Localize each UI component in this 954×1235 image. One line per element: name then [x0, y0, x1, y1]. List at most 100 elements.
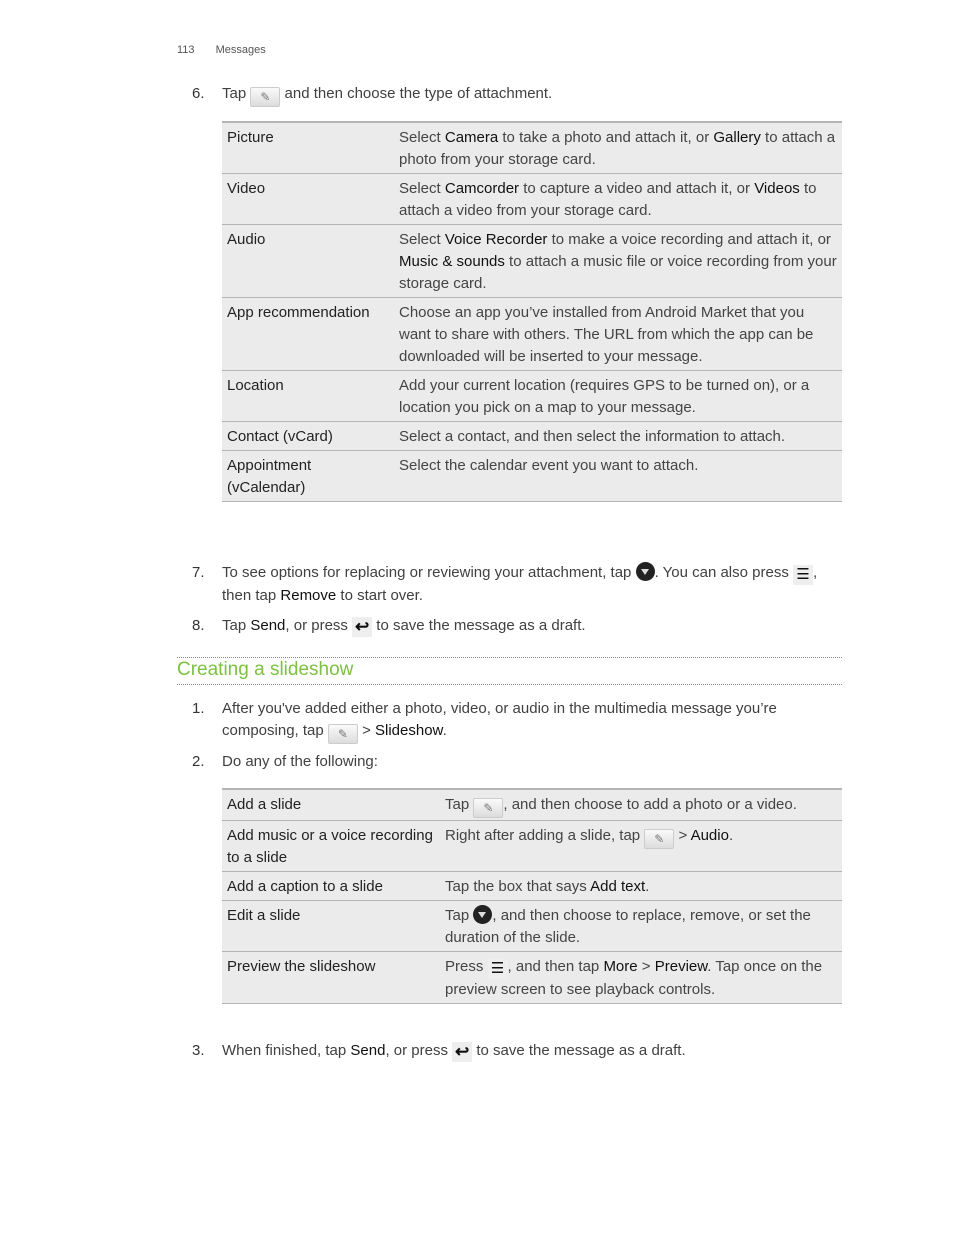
table-row: Add music or a voice recording to a slid… — [222, 820, 842, 872]
attachment-description: Select Camcorder to capture a video and … — [394, 173, 842, 225]
slideshow-step-3: 3. When finished, tap Send, or press ↩ t… — [192, 1040, 686, 1062]
step-6: 6. Tap ✎ and then choose the type of att… — [192, 83, 553, 107]
attachment-type: Appointment (vCalendar) — [222, 450, 394, 502]
text: , or press — [385, 1042, 448, 1059]
text: . You can also press — [654, 564, 789, 581]
step-7: 7. To see options for replacing or revie… — [192, 562, 842, 607]
text: Choose an app you’ve installed from Andr… — [399, 304, 814, 365]
more-label: More — [603, 958, 638, 975]
text: , and then tap — [507, 958, 600, 975]
text: After you've added either a photo, video… — [222, 700, 777, 739]
step-number: 6. — [192, 85, 205, 102]
table-row: Appointment (vCalendar) Select the calend… — [222, 450, 842, 502]
slideshow-step-1: 1. After you've added either a photo, vi… — [192, 698, 842, 744]
attachment-description: Add your current location (requires GPS … — [394, 370, 842, 422]
step-number: 7. — [192, 564, 205, 581]
step-number: 2. — [192, 753, 205, 770]
attachment-type: Video — [222, 173, 394, 225]
table-row: Audio Select Voice Recorder to make a voi… — [222, 224, 842, 298]
slideshow-label: Slideshow — [375, 722, 443, 739]
menu-icon: ☰ — [487, 959, 508, 979]
ui-label: Music & sounds — [399, 253, 505, 270]
text: to save the message as a draft. — [476, 1042, 686, 1059]
text: Right after adding a slide, tap — [445, 827, 641, 844]
text: Tap — [445, 796, 470, 813]
attachment-description: Select a contact, and then select the in… — [394, 421, 842, 451]
ui-label: Camera — [444, 129, 499, 146]
menu-icon: ☰ — [793, 565, 813, 585]
dropdown-arrow-icon — [635, 562, 655, 581]
text: Select a contact, and then select the in… — [399, 428, 786, 445]
audio-label: Audio — [690, 827, 729, 844]
table-row: Add a caption to a slide Tap the box tha… — [222, 871, 842, 901]
text: . — [442, 722, 447, 739]
step-number: 3. — [192, 1042, 205, 1059]
attachment-type: App recommendation — [222, 297, 394, 371]
text: > — [641, 958, 651, 975]
text: > — [678, 827, 688, 844]
attachment-type-table: Picture Select Camera to take a photo and… — [222, 121, 842, 502]
back-icon: ↩ — [352, 617, 373, 637]
table-row: Contact (vCard) Select a contact, and the… — [222, 421, 842, 451]
ui-label: Videos — [754, 180, 800, 197]
step-8: 8. Tap Send, or press ↩ to save the mess… — [192, 615, 586, 637]
action-desc: Press ☰, and then tap More > Preview. Ta… — [440, 951, 842, 1004]
ui-label: Gallery — [713, 129, 761, 146]
send-label: Send — [250, 617, 286, 634]
text: Select — [399, 129, 445, 146]
text: . — [645, 878, 650, 895]
attachment-type: Audio — [222, 224, 394, 298]
text: to take a photo and attach it, or — [498, 129, 714, 146]
text: Do any of the following: — [222, 753, 378, 770]
section-name: Messages — [215, 44, 266, 56]
text: Press — [445, 958, 484, 975]
attachment-description: Choose an app you’ve installed from Andr… — [394, 297, 842, 371]
text: to save the message as a draft. — [376, 617, 586, 634]
attachment-type: Picture — [222, 121, 394, 174]
text: to make a voice recording and attach it,… — [547, 231, 831, 248]
attachment-icon: ✎ — [644, 829, 675, 849]
divider — [177, 657, 842, 658]
page-header: 113 Messages — [177, 44, 266, 56]
page-number: 113 — [177, 44, 195, 56]
attachment-description: Select Voice Recorder to make a voice re… — [394, 224, 842, 298]
send-label: Send — [350, 1042, 386, 1059]
text: Select the calendar event you want to at… — [399, 457, 699, 474]
action-desc: Right after adding a slide, tap ✎ > Audi… — [440, 820, 842, 872]
text: and then choose the type of attachment. — [284, 85, 553, 102]
remove-label: Remove — [280, 587, 337, 604]
text: Tap — [222, 617, 247, 634]
step-number: 8. — [192, 617, 205, 634]
slideshow-actions-table: Add a slide Tap ✎, and then choose to ad… — [222, 788, 842, 1004]
attachment-type: Location — [222, 370, 394, 422]
text: , and then choose to replace, remove, or… — [445, 907, 811, 946]
action-name: Add music or a voice recording to a slid… — [222, 820, 440, 872]
text: . — [728, 827, 734, 844]
text: to start over. — [340, 587, 423, 604]
text: Tap — [445, 907, 470, 924]
action-desc: Tap ✎, and then choose to add a photo or… — [440, 788, 842, 821]
add-text-label: Add text — [590, 878, 646, 895]
divider — [177, 684, 842, 685]
table-row: Location Add your current location (requi… — [222, 370, 842, 422]
attachment-description: Select Camera to take a photo and attach… — [394, 121, 842, 174]
step-number: 1. — [192, 700, 205, 717]
ui-label: Camcorder — [444, 180, 520, 197]
action-desc: Tap , and then choose to replace, remove… — [440, 900, 842, 952]
dropdown-arrow-icon — [473, 905, 493, 924]
attachment-icon: ✎ — [327, 724, 358, 744]
attachment-description: Select the calendar event you want to at… — [394, 450, 842, 502]
attachment-icon: ✎ — [250, 87, 281, 107]
text: > — [362, 722, 371, 739]
table-row: Edit a slide Tap , and then choose to re… — [222, 900, 842, 952]
attachment-type: Contact (vCard) — [222, 421, 394, 451]
section-title: Creating a slideshow — [177, 659, 354, 680]
text: To see options for replacing or reviewin… — [222, 564, 632, 581]
action-desc: Tap the box that says Add text. — [440, 871, 842, 901]
text: Select — [399, 231, 445, 248]
table-row: Picture Select Camera to take a photo and… — [222, 121, 842, 174]
table-row: Video Select Camcorder to capture a video… — [222, 173, 842, 225]
action-name: Add a caption to a slide — [222, 871, 440, 901]
text: When finished, tap — [222, 1042, 347, 1059]
text: to capture a video and attach it, or — [519, 180, 755, 197]
